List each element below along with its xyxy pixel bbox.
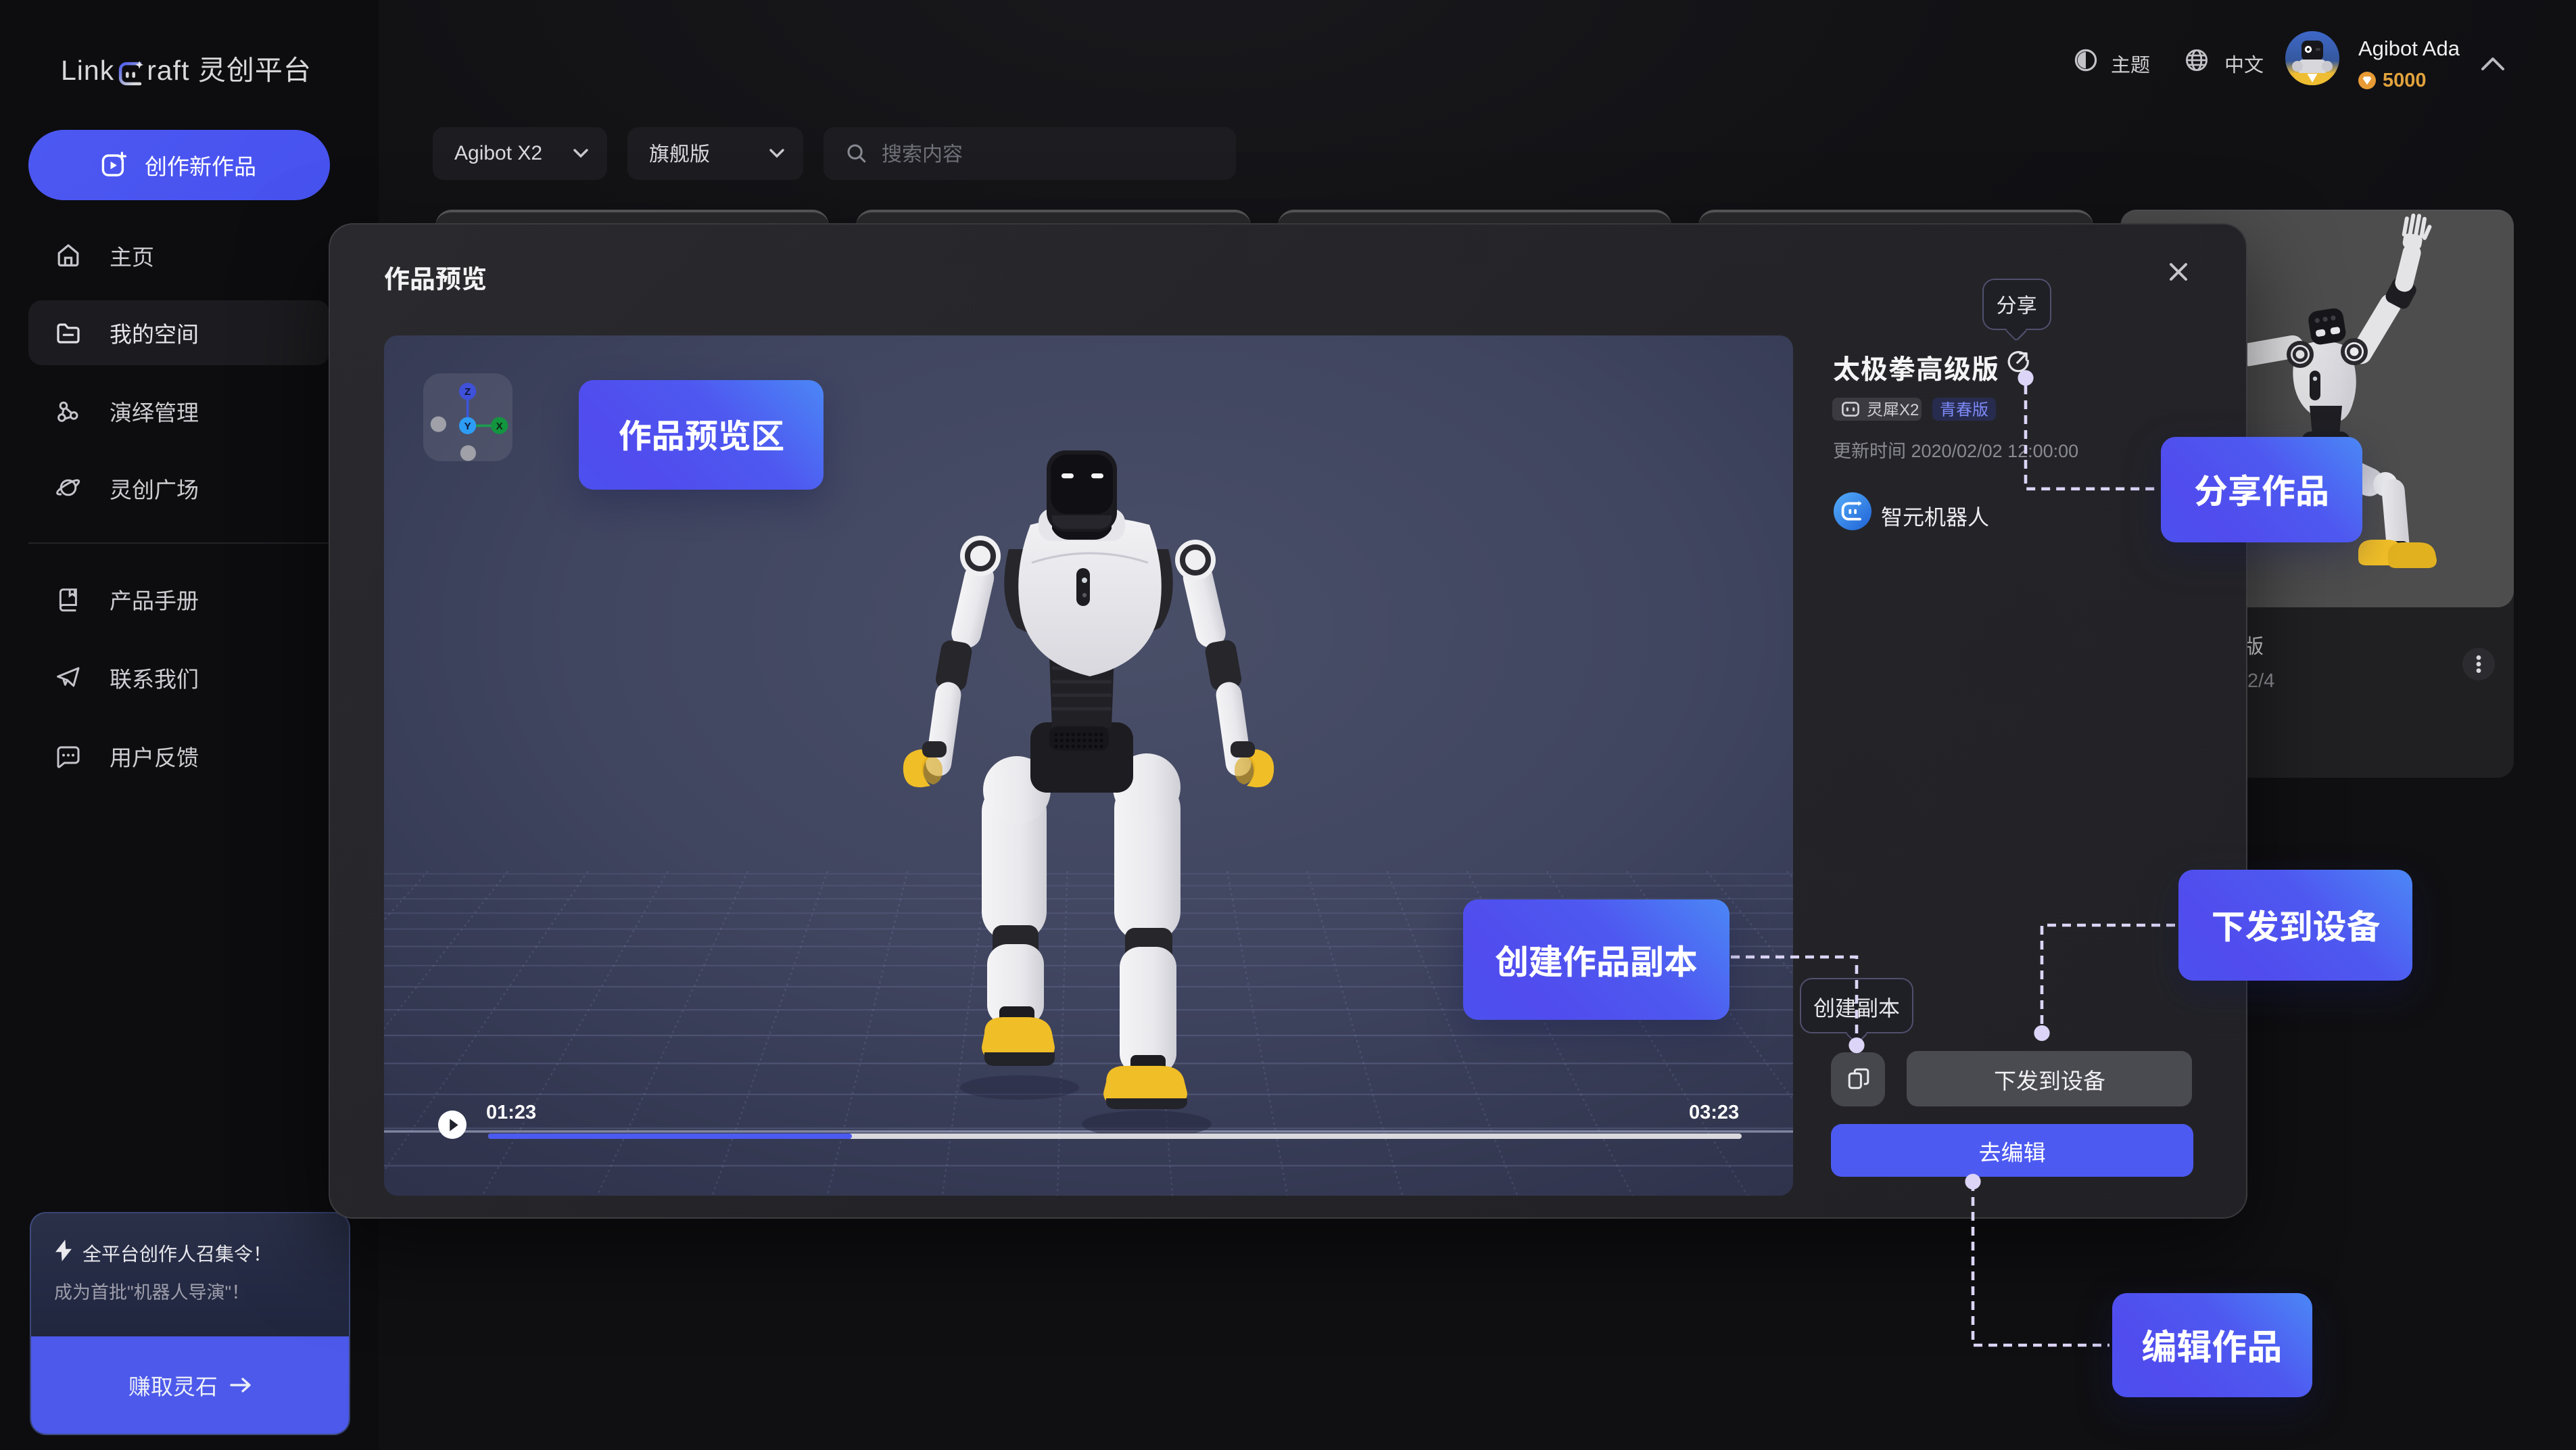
svg-text:Z: Z (464, 387, 470, 398)
svg-text:X: X (496, 421, 502, 433)
svg-text:Y: Y (464, 421, 471, 433)
